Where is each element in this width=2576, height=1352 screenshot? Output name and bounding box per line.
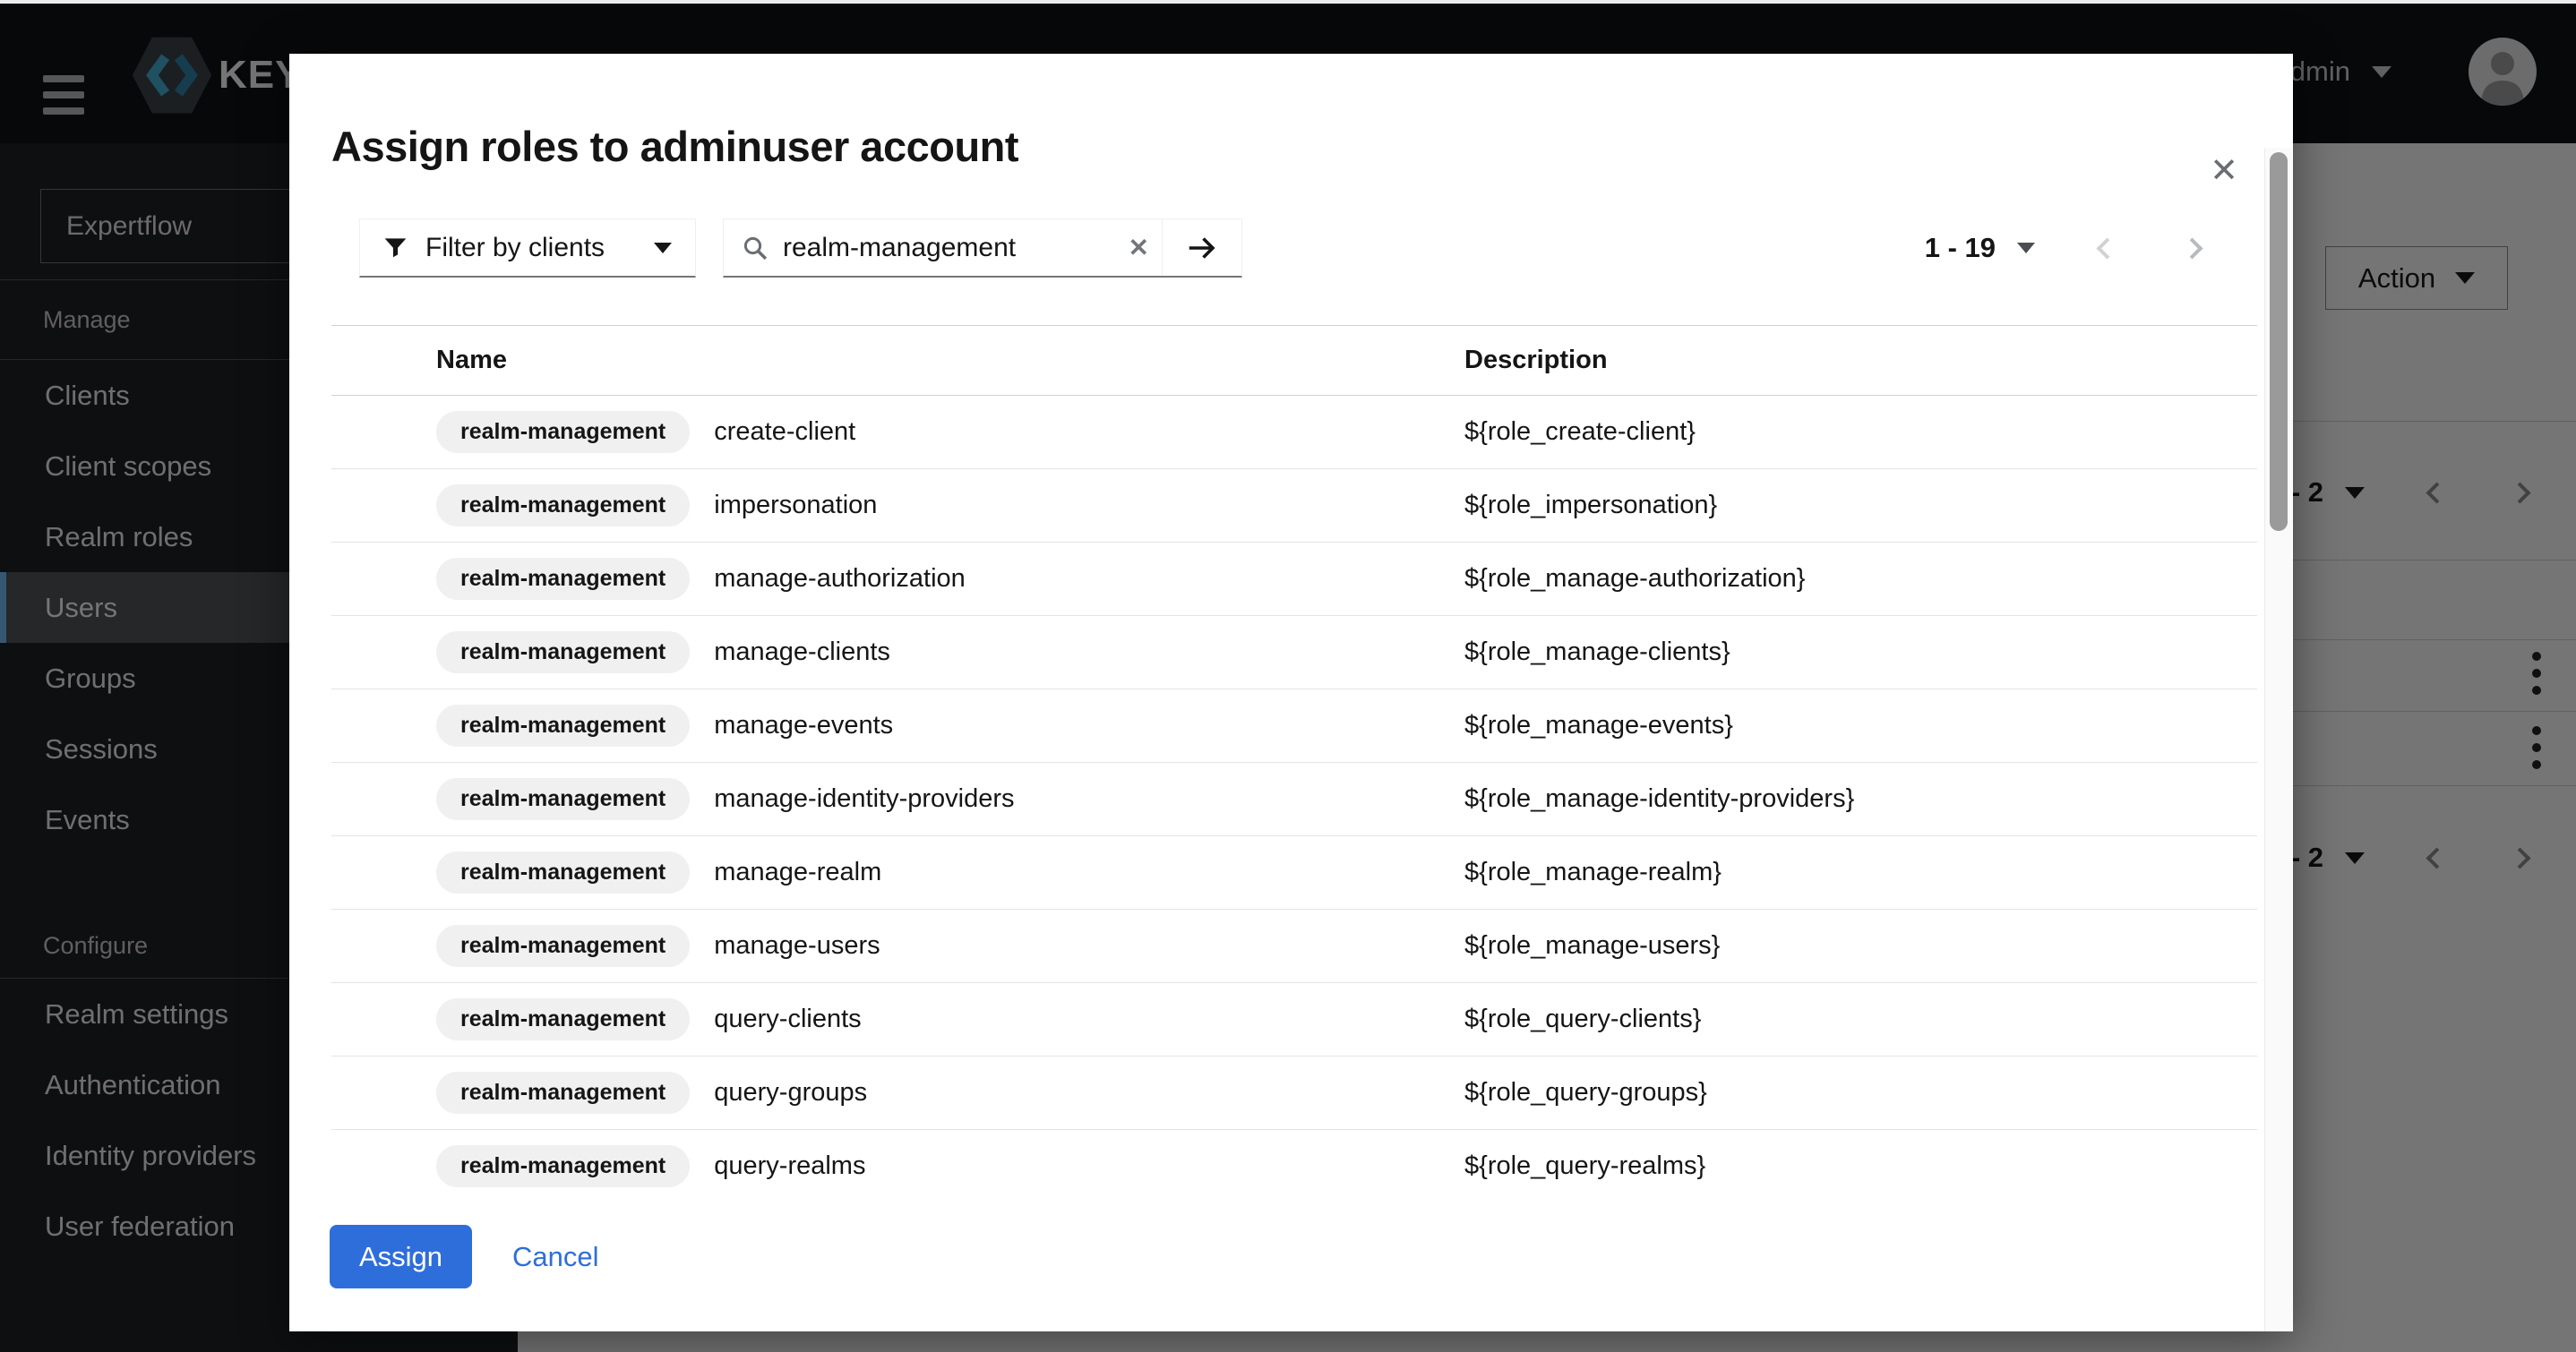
window-top-edge <box>0 0 2576 4</box>
modal-scrollbar-track[interactable] <box>2264 148 2292 1331</box>
assign-roles-modal: Assign roles to adminuser account ✕ Filt… <box>289 54 2293 1331</box>
role-description: ${role_query-groups} <box>1464 1078 2257 1108</box>
cancel-link[interactable]: Cancel <box>512 1241 599 1273</box>
table-row: realm-management query-groups ${role_que… <box>331 1057 2257 1130</box>
role-name: manage-users <box>714 931 880 961</box>
role-name: manage-clients <box>714 637 890 667</box>
client-badge: realm-management <box>436 411 690 453</box>
table-row: realm-management impersonation ${role_im… <box>331 469 2257 543</box>
role-description: ${role_manage-realm} <box>1464 858 2257 887</box>
clear-search-icon[interactable]: ✕ <box>1129 233 1149 262</box>
role-name: manage-events <box>714 711 893 740</box>
filter-by-clients-dropdown[interactable]: Filter by clients <box>359 218 696 278</box>
column-header-name: Name <box>436 346 1464 375</box>
search-input[interactable] <box>783 233 1060 263</box>
role-description: ${role_manage-clients} <box>1464 637 2257 667</box>
table-row: realm-management create-client ${role_cr… <box>331 396 2257 469</box>
client-badge: realm-management <box>436 778 690 820</box>
role-name: query-groups <box>714 1078 867 1108</box>
arrow-right-icon <box>1186 232 1218 264</box>
table-row: realm-management manage-realm ${role_man… <box>331 836 2257 910</box>
role-description: ${role_impersonation} <box>1464 491 2257 520</box>
table-header-row: Name Description <box>331 325 2257 396</box>
search-icon <box>742 235 769 261</box>
role-description: ${role_create-client} <box>1464 417 2257 447</box>
table-body: realm-management create-client ${role_cr… <box>331 396 2257 1193</box>
pagination-caret-icon[interactable] <box>2017 243 2035 253</box>
client-badge: realm-management <box>436 631 690 673</box>
modal-footer: Assign Cancel <box>330 1225 599 1288</box>
role-name: query-clients <box>714 1005 861 1034</box>
client-badge: realm-management <box>436 851 690 894</box>
table-row: realm-management query-clients ${role_qu… <box>331 983 2257 1057</box>
role-name: impersonation <box>714 491 877 520</box>
assign-button[interactable]: Assign <box>330 1225 472 1288</box>
filter-caret-icon <box>654 243 672 253</box>
table-row: realm-management manage-authorization ${… <box>331 543 2257 616</box>
client-badge: realm-management <box>436 558 690 600</box>
client-badge: realm-management <box>436 925 690 967</box>
client-badge: realm-management <box>436 998 690 1040</box>
client-badge: realm-management <box>436 484 690 526</box>
role-name: manage-realm <box>714 858 881 887</box>
screen: KEYCLOAK admin Expertflow ManageClientsC… <box>0 0 2576 1352</box>
table-row: realm-management manage-users ${role_man… <box>331 910 2257 983</box>
role-name: manage-identity-providers <box>714 784 1014 814</box>
modal-toolbar: Filter by clients ✕ <box>289 218 2293 278</box>
chevron-left-icon[interactable] <box>2096 237 2117 259</box>
role-name: query-realms <box>714 1151 865 1181</box>
modal-scrollbar-thumb[interactable] <box>2270 152 2288 531</box>
search-submit-button[interactable] <box>1163 219 1241 276</box>
search-field: ✕ <box>724 219 1162 276</box>
modal-pagination: 1 - 19 <box>1925 218 2200 278</box>
pagination-range: 1 - 19 <box>1925 232 1996 264</box>
table-row: realm-management manage-events ${role_ma… <box>331 689 2257 763</box>
table-row: realm-management query-realms ${role_que… <box>331 1130 2257 1193</box>
role-description: ${role_manage-identity-providers} <box>1464 784 2257 814</box>
role-name: manage-authorization <box>714 564 966 594</box>
table-row: realm-management manage-clients ${role_m… <box>331 616 2257 689</box>
filter-funnel-icon <box>383 235 408 260</box>
role-description: ${role_query-clients} <box>1464 1005 2257 1034</box>
search-group: ✕ <box>723 218 1242 278</box>
client-badge: realm-management <box>436 1072 690 1114</box>
role-description: ${role_manage-authorization} <box>1464 564 2257 594</box>
column-header-description: Description <box>1464 346 2257 375</box>
chevron-right-icon[interactable] <box>2181 237 2202 259</box>
client-badge: realm-management <box>436 705 690 747</box>
filter-label: Filter by clients <box>425 233 605 263</box>
client-badge: realm-management <box>436 1145 690 1187</box>
close-icon[interactable]: ✕ <box>2197 143 2251 197</box>
roles-table: Name Description realm-management create… <box>331 325 2257 1193</box>
role-name: create-client <box>714 417 855 447</box>
role-description: ${role_manage-users} <box>1464 931 2257 961</box>
role-description: ${role_query-realms} <box>1464 1151 2257 1181</box>
role-description: ${role_manage-events} <box>1464 711 2257 740</box>
modal-title: Assign roles to adminuser account <box>331 122 1018 171</box>
table-row: realm-management manage-identity-provide… <box>331 763 2257 836</box>
